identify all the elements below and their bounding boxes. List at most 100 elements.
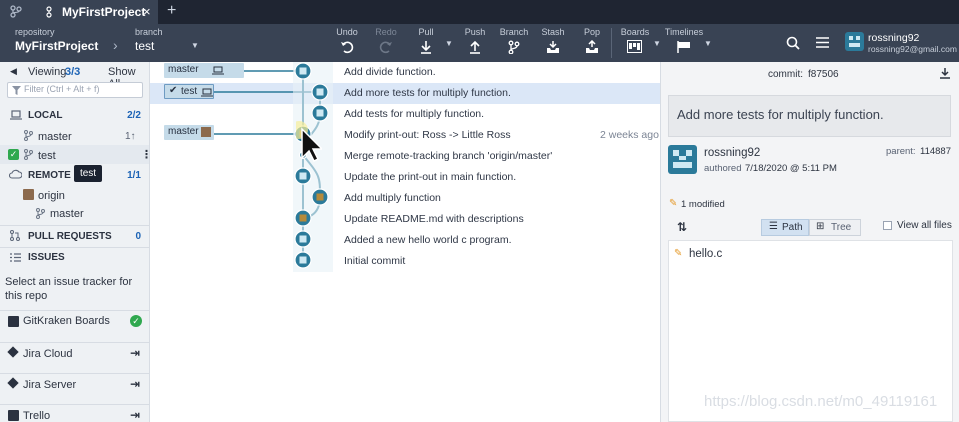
checkmark-icon: ✔ <box>169 85 178 96</box>
pull-requests-section[interactable]: PULL REQUESTS 0 <box>0 225 149 243</box>
user-name: rossning92 <box>868 32 920 44</box>
sign-in-icon[interactable]: ⇥ <box>130 408 140 422</box>
author-avatar-icon <box>299 235 307 243</box>
author-avatar-icon <box>316 88 324 96</box>
path-view-button[interactable]: ☰ Path <box>761 219 809 236</box>
checked-out-icon: ✓ <box>8 149 19 160</box>
local-section[interactable]: LOCAL 2/2 <box>0 107 149 125</box>
branch-item-test[interactable]: ✓ test ⋮ <box>0 145 152 164</box>
sign-in-icon[interactable]: ⇥ <box>130 377 140 391</box>
menu-icon[interactable] <box>816 37 829 48</box>
tree-view-button[interactable]: ⊞ Tree <box>809 219 861 236</box>
tab-title: MyFirstProject <box>62 5 146 19</box>
branch-dropdown-icon[interactable]: ▼ <box>191 41 199 50</box>
jira-icon <box>7 346 19 358</box>
branch-tag-origin-master[interactable]: master <box>164 125 214 140</box>
push-button[interactable]: Push <box>461 24 489 62</box>
tracker-gitkraken-boards[interactable]: GitKraken Boards ✓ <box>0 310 149 332</box>
boards-dropdown-icon[interactable]: ▼ <box>653 39 661 48</box>
branch-icon <box>24 130 33 141</box>
jira-icon <box>7 377 19 389</box>
filter-input[interactable]: Filter (Ctrl + Alt + f) <box>7 82 143 98</box>
mouse-cursor-icon <box>296 121 322 162</box>
issue-tracker-hint: Select an issue tracker for this repo <box>5 276 133 302</box>
add-tab-icon[interactable]: + <box>167 2 176 20</box>
undo-icon <box>341 41 354 54</box>
branch-tag-test[interactable]: ✔ test <box>164 84 214 99</box>
pull-button[interactable]: Pull <box>412 24 440 62</box>
collapse-sidebar-icon[interactable]: ◀ <box>10 66 17 77</box>
author-avatar-icon <box>316 193 324 201</box>
branch-item-master[interactable]: master 1↑ <box>0 127 149 145</box>
authored-date: 7/18/2020 @ 5:11 PM <box>745 163 837 174</box>
close-tab-icon[interactable]: × <box>143 4 151 19</box>
watermark: https://blog.csdn.net/m0_49119161 <box>704 393 938 410</box>
issues-section[interactable]: ISSUES <box>0 247 149 265</box>
branch-tag-master[interactable]: master <box>164 63 244 78</box>
pop-button[interactable]: Pop <box>578 24 606 62</box>
tab-repo-icon <box>46 6 52 18</box>
branch-icon <box>24 149 33 160</box>
sign-in-icon[interactable]: ⇥ <box>130 346 140 360</box>
origin-avatar <box>201 127 211 137</box>
view-all-files-checkbox[interactable] <box>883 221 892 230</box>
viewing-count: 3/3 <box>65 66 81 78</box>
search-icon[interactable] <box>786 36 800 50</box>
timelines-button[interactable]: Timelines <box>664 24 704 62</box>
toolbar: repository MyFirstProject › branch test … <box>0 24 959 62</box>
commit-message: Add more tests for multiply function. <box>677 107 884 122</box>
cloud-icon <box>9 169 22 179</box>
commit-message-box[interactable]: Add more tests for multiply function. <box>668 95 951 137</box>
sort-icon[interactable]: ⇅ <box>677 220 687 234</box>
connected-check-icon: ✓ <box>130 315 142 327</box>
branch-button[interactable]: Branch <box>498 24 530 62</box>
viewing-label: Viewing <box>28 66 67 78</box>
author-avatar-icon <box>299 67 307 75</box>
tracker-jira-server[interactable]: Jira Server ⇥ <box>0 373 149 395</box>
pull-dropdown-icon[interactable]: ▼ <box>445 39 453 48</box>
list-icon <box>10 253 21 262</box>
author-avatar-icon <box>299 214 307 222</box>
tab-myfirstproject[interactable]: MyFirstProject × <box>0 0 158 24</box>
undo-button[interactable]: Undo <box>333 24 361 62</box>
pull-requests-count: 0 <box>135 231 141 242</box>
repo-icon <box>10 5 22 18</box>
commit-label: commit: <box>768 69 803 80</box>
stash-button[interactable]: Stash <box>538 24 568 62</box>
file-item[interactable]: ✎ hello.c <box>669 244 952 264</box>
list-icon: ☰ <box>769 221 778 232</box>
view-all-files-label: View all files <box>897 220 952 231</box>
remote-origin[interactable]: origin <box>0 187 149 205</box>
commit-sha: f87506 <box>808 69 839 80</box>
filter-icon <box>12 86 21 95</box>
author-avatar-icon <box>316 109 324 117</box>
pencil-icon: ✎ <box>669 198 678 209</box>
remote-branch-master[interactable]: master <box>0 205 149 223</box>
parent-sha[interactable]: 114887 <box>920 146 951 157</box>
parent-label: parent: <box>886 146 916 157</box>
pull-request-icon <box>10 230 20 241</box>
tracker-jira-cloud[interactable]: Jira Cloud ⇥ <box>0 342 149 364</box>
commit-detail-panel: commit: f87506 Add more tests for multip… <box>660 62 959 422</box>
pop-icon <box>586 40 598 53</box>
branch-icon <box>36 208 45 219</box>
stash-icon <box>547 41 559 53</box>
timelines-dropdown-icon[interactable]: ▼ <box>704 39 712 48</box>
boards-button[interactable]: Boards <box>620 24 650 62</box>
download-icon[interactable] <box>940 68 950 79</box>
repository-name[interactable]: MyFirstProject <box>15 39 98 53</box>
ahead-count: 1↑ <box>125 131 136 142</box>
pencil-icon: ✎ <box>674 248 683 259</box>
local-count: 2/2 <box>127 110 141 121</box>
branch-name[interactable]: test <box>135 39 154 53</box>
remote-section[interactable]: REMOTE 1/1 <box>0 166 149 184</box>
laptop-icon <box>212 66 224 75</box>
user-avatar[interactable] <box>845 32 864 51</box>
tab-bar: MyFirstProject × + <box>0 0 959 24</box>
redo-button[interactable]: Redo <box>372 24 400 62</box>
tracker-trello[interactable]: Trello ⇥ <box>0 404 149 422</box>
tree-icon: ⊞ <box>816 221 825 232</box>
laptop-icon <box>201 88 213 97</box>
branch-icon <box>508 40 520 54</box>
filter-placeholder: Filter (Ctrl + Alt + f) <box>24 84 100 94</box>
